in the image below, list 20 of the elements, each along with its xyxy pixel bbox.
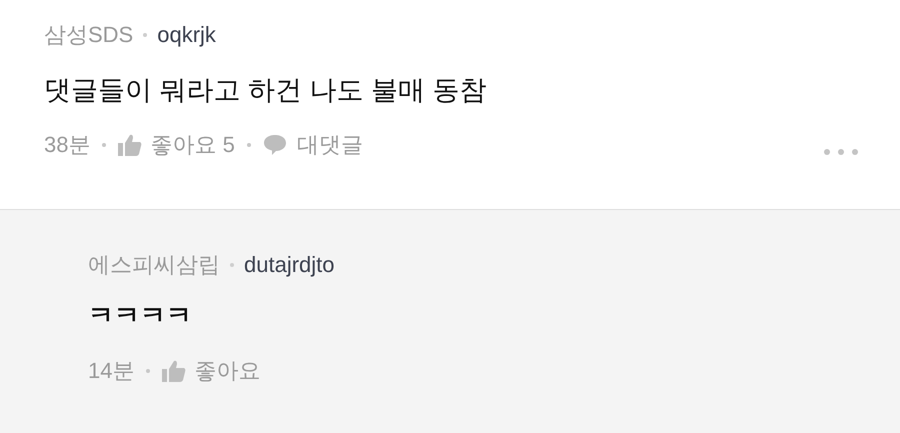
separator-icon xyxy=(143,33,148,37)
company-name: 삼성SDS xyxy=(44,21,134,49)
thumbs-up-icon xyxy=(118,134,142,156)
separator-icon xyxy=(230,263,234,267)
reply-text: ㅋㅋㅋㅋ xyxy=(88,299,193,332)
timestamp: 38분 xyxy=(44,131,90,159)
comment-text: 댓글들이 뭐라고 하건 나도 불매 동참 xyxy=(44,74,488,107)
username[interactable]: dutajrdjto xyxy=(244,250,335,280)
speech-bubble-icon xyxy=(262,134,287,156)
separator-icon xyxy=(146,369,150,373)
timestamp: 14분 xyxy=(88,357,134,385)
separator-icon xyxy=(246,143,251,147)
like-button[interactable]: 좋아요 5 xyxy=(118,130,235,160)
more-icon[interactable] xyxy=(824,149,858,155)
reply-button[interactable]: 대댓글 xyxy=(262,130,363,160)
like-button[interactable]: 좋아요 xyxy=(162,356,260,386)
thumbs-up-icon xyxy=(162,360,186,382)
company-name: 에스피씨삼립 xyxy=(88,251,220,279)
separator-icon xyxy=(102,143,106,147)
username[interactable]: oqkrjk xyxy=(157,20,216,50)
